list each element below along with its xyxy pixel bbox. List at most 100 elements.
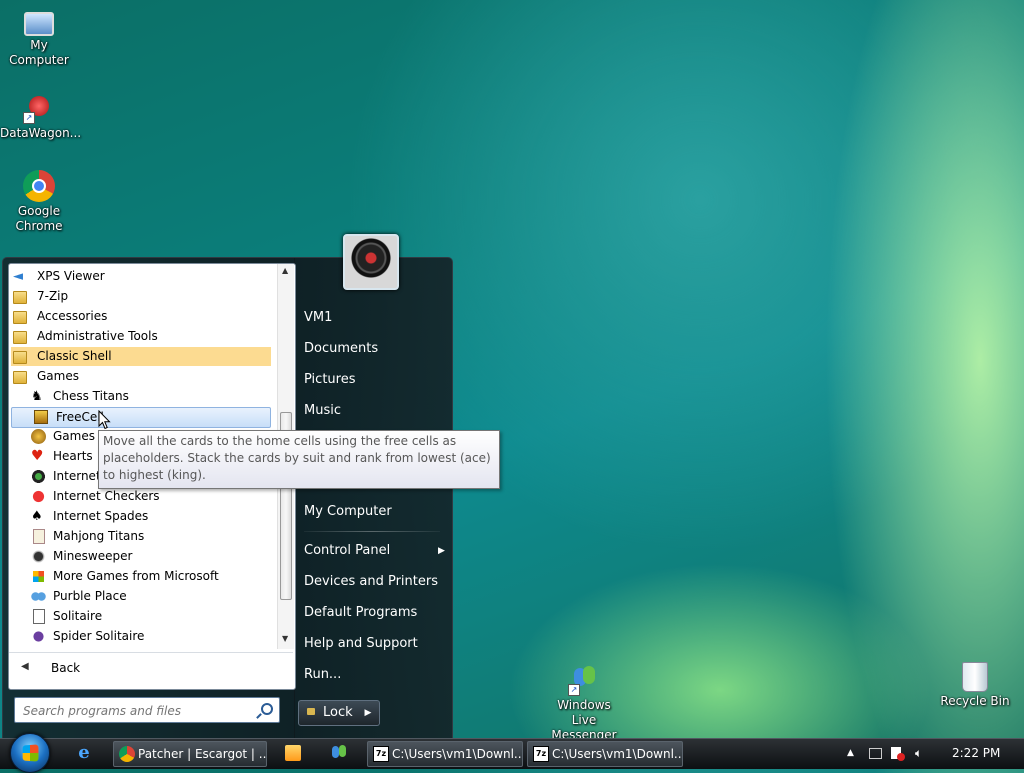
program-item-label: Games [53,429,95,443]
checkers-icon [31,489,46,504]
folder-icon [13,311,27,324]
program-item-label: Spider Solitaire [53,629,145,643]
desktop-icon-label: DataWagon... [0,126,82,140]
messenger-icon: ↗ [568,664,600,696]
program-item-label: Mahjong Titans [53,529,145,543]
desktop-icon-my-computer[interactable]: My Computer [0,6,78,68]
search-icon[interactable] [261,703,273,715]
program-item-label: Chess Titans [53,389,129,403]
spades-icon: ♠ [31,509,43,524]
start-button[interactable] [10,733,50,773]
chrome-icon [119,746,135,762]
right-item-default-programs[interactable]: Default Programs [304,602,417,624]
scroll-down-arrow-icon[interactable]: ▼ [282,634,288,643]
desktop-icon-google-chrome[interactable]: Google Chrome [0,170,78,234]
computer-icon [24,12,54,36]
network-icon[interactable] [869,748,882,759]
taskbar-button-7zip-2[interactable]: 7z C:\Users\vm1\Downl... [527,741,683,767]
minesweeper-icon [31,549,46,564]
right-item-run[interactable]: Run... [304,664,341,686]
internet-explorer-icon[interactable]: e [74,743,94,763]
folder-icon [13,351,27,364]
desktop-icon-label: Windows Live Messenger [551,698,617,742]
program-item-label: Hearts [53,449,93,463]
chess-icon: ♞ [31,389,43,404]
right-item-control-panel[interactable]: Control Panel ▶ [304,540,445,562]
right-pane-separator [304,531,440,532]
freecell-tooltip: Move all the cards to the home cells usi… [98,430,500,489]
7zip-icon: 7z [373,746,389,762]
taskbar-button-label: C:\Users\vm1\Downl... [392,747,523,761]
desktop-icon-label: Google Chrome [15,204,63,233]
scroll-up-arrow-icon[interactable]: ▲ [282,266,288,275]
back-arrow-icon: ◀ [21,661,29,672]
desktop-icon-windows-live-messenger[interactable]: ↗ Windows Live Messenger [545,664,623,743]
more-games-icon [33,571,44,582]
mahjong-icon [33,529,45,544]
datawagon-shortcut-icon: ↗ [23,92,55,124]
right-item-pictures[interactable]: Pictures [304,369,355,391]
purble-place-icon [31,589,46,604]
start-menu: VM1 Documents Pictures Music My Computer… [2,257,453,739]
user-picture[interactable] [343,234,399,290]
right-item-user[interactable]: VM1 [304,307,332,329]
folder-icon [13,371,27,384]
lock-button[interactable]: Lock [298,700,358,726]
folder-item-label: Accessories [37,309,108,323]
clock[interactable]: 2:22 PM [952,746,1000,760]
right-item-label: Control Panel [304,543,391,558]
folder-icon [13,291,27,304]
program-item-label: FreeCell [56,410,104,424]
lock-icon [307,708,315,715]
right-item-music[interactable]: Music [304,400,341,422]
lock-label: Lock [323,705,353,720]
taskbar-button-chrome[interactable]: Patcher | Escargot | ... [113,741,267,767]
folder-item-label: Games [37,369,79,383]
desktop-icon-label: My Computer [9,38,69,67]
folder-item-classic-shell[interactable]: Classic Shell [11,347,271,366]
volume-icon[interactable]: 🔈︎ [915,746,929,760]
folder-item-label: Classic Shell [37,349,112,363]
search-input[interactable] [21,701,255,721]
chevron-right-icon: ▶ [364,708,372,718]
desktop-icon-recycle-bin[interactable]: Recycle Bin [936,662,1014,709]
backgammon-icon [31,469,46,484]
right-item-help-and-support[interactable]: Help and Support [304,633,418,655]
freecell-icon [34,410,48,424]
show-hidden-icons-icon[interactable]: ▲ [847,746,861,760]
program-item-label: Internet Spades [53,509,149,523]
spider-solitaire-icon [31,629,46,644]
taskbar-button-label: Patcher | Escargot | ... [138,747,267,761]
solitaire-icon [33,609,45,624]
right-item-devices-and-printers[interactable]: Devices and Printers [304,571,438,593]
folder-icon [13,331,27,344]
recycle-bin-icon [962,662,988,692]
folder-item-label: Administrative Tools [37,329,158,343]
right-item-documents[interactable]: Documents [304,338,378,360]
messenger-quicklaunch-icon[interactable] [330,743,350,763]
program-item-label: Minesweeper [53,549,133,563]
folder-item-label: 7-Zip [37,289,69,303]
taskbar-button-label: C:\Users\vm1\Downl... [552,747,683,761]
start-menu-right-pane: VM1 Documents Pictures Music My Computer… [294,257,453,739]
hearts-icon: ♥ [31,448,44,464]
back-button[interactable]: ◀ Back [9,652,293,683]
media-player-icon[interactable] [285,745,301,761]
right-item-my-computer[interactable]: My Computer [304,501,392,523]
search-box[interactable] [14,697,280,723]
desktop-icon-label: Recycle Bin [940,694,1010,708]
program-item-label: Solitaire [53,609,103,623]
taskbar-button-7zip-1[interactable]: 7z C:\Users\vm1\Downl... [367,741,523,767]
chrome-icon [23,170,55,202]
program-item-label: Internet Checkers [53,489,160,503]
7zip-icon: 7z [533,746,549,762]
desktop-icon-datawagon[interactable]: ↗ DataWagon... [0,92,82,141]
action-center-alert-icon [897,753,905,761]
program-item-freecell[interactable]: FreeCell [11,407,271,428]
games-explorer-icon [31,429,46,444]
shutdown-options-button[interactable]: ▶ [357,700,380,726]
program-item-label: More Games from Microsoft [53,569,219,583]
back-label: Back [51,661,81,675]
program-item-label: Purble Place [53,589,127,603]
chevron-right-icon: ▶ [438,546,445,556]
